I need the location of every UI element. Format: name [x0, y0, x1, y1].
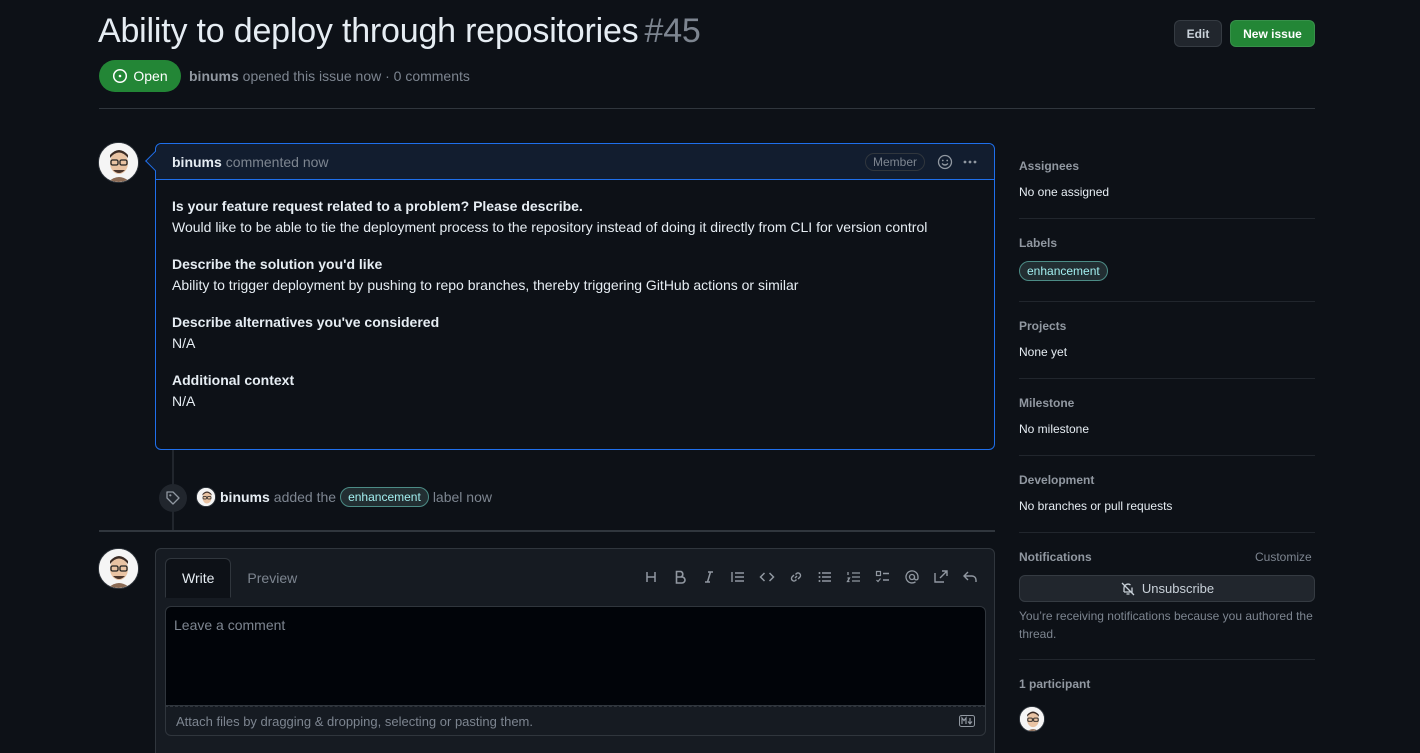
kebab-menu-icon[interactable] — [962, 154, 978, 170]
status-text: Open — [133, 68, 168, 84]
section-text: Ability to trigger deployment by pushing… — [172, 277, 799, 293]
comment-header: binums commented now Member — [156, 144, 994, 180]
member-badge: Member — [864, 152, 925, 171]
section-text: N/A — [172, 393, 196, 409]
issue-open-icon — [113, 68, 128, 84]
comment-card: binums commented now Member Is your feat… — [145, 143, 995, 450]
event-label[interactable]: enhancement — [340, 487, 429, 507]
divider — [1019, 532, 1315, 533]
unsubscribe-label: Unsubscribe — [1141, 581, 1215, 596]
issue-number: #45 — [644, 12, 701, 50]
sidebar-labels-list: enhancement — [1019, 261, 1315, 281]
heading-icon[interactable] — [641, 567, 661, 587]
divider — [1019, 659, 1315, 660]
bulleted-list-icon[interactable] — [815, 567, 835, 587]
comment-section: Describe the solution you'd like Ability … — [172, 254, 978, 296]
sidebar-labels-heading[interactable]: Labels — [1019, 236, 1315, 250]
numbered-list-icon[interactable] — [844, 567, 864, 587]
event-post-text: label now — [432, 489, 492, 505]
divider — [99, 530, 995, 532]
sidebar-participants-heading: 1 participant — [1019, 677, 1091, 691]
avatar-image-icon — [197, 488, 215, 506]
issue-meta-text: opened this issue now · 0 comments — [242, 68, 470, 84]
section-heading: Additional context — [172, 372, 295, 388]
attach-files-area[interactable]: Attach files by dragging & dropping, sel… — [165, 706, 986, 736]
divider — [1019, 455, 1315, 456]
markdown-icon[interactable] — [959, 715, 975, 727]
divider — [1019, 378, 1315, 379]
avatar-image-icon — [1020, 707, 1044, 731]
saved-reply-icon[interactable] — [960, 567, 980, 587]
divider — [99, 108, 1315, 109]
label-event: binums added the enhancement label now — [196, 487, 492, 507]
section-text: Would like to be able to tie the deploym… — [172, 219, 928, 235]
edit-button[interactable]: Edit — [1174, 20, 1222, 47]
avatar[interactable] — [98, 548, 139, 589]
tab-write[interactable]: Write — [165, 558, 232, 598]
customize-link[interactable]: Customize — [1255, 550, 1312, 564]
sidebar-development-value: No branches or pull requests — [1019, 499, 1173, 513]
event-avatar[interactable] — [196, 487, 216, 507]
issue-meta: binums opened this issue now · 0 comment… — [189, 68, 470, 84]
tab-preview[interactable]: Preview — [231, 558, 313, 598]
comment-time[interactable]: commented now — [226, 154, 329, 170]
sidebar-milestone-value: No milestone — [1019, 422, 1090, 436]
comment-author[interactable]: binums — [172, 154, 222, 170]
smiley-icon[interactable] — [937, 154, 953, 170]
editor-tabs: Write Preview — [165, 558, 313, 598]
tag-icon — [159, 484, 187, 512]
italic-icon[interactable] — [699, 567, 719, 587]
sidebar-assignees-value: No one assigned — [1019, 185, 1110, 199]
participant-avatar[interactable] — [1019, 706, 1045, 732]
divider — [1019, 301, 1315, 302]
sidebar-projects-heading[interactable]: Projects — [1019, 319, 1315, 333]
avatar-image-icon — [99, 143, 138, 182]
quote-icon[interactable] — [728, 567, 748, 587]
section-text: N/A — [172, 335, 196, 351]
comment-textarea[interactable]: Leave a comment — [165, 606, 986, 706]
link-icon[interactable] — [786, 567, 806, 587]
notifications-note: You’re receiving notifications because y… — [1019, 609, 1313, 641]
section-heading: Describe the solution you'd like — [172, 256, 383, 272]
task-list-icon[interactable] — [873, 567, 893, 587]
sidebar-projects-value: None yet — [1019, 345, 1068, 359]
avatar[interactable] — [98, 142, 139, 183]
issue-title-text: Ability to deploy through repositories — [98, 12, 639, 50]
cross-reference-icon[interactable] — [931, 567, 951, 587]
bold-icon[interactable] — [670, 567, 690, 587]
attach-text: Attach files by dragging & dropping, sel… — [176, 713, 533, 729]
issue-title: Ability to deploy through repositories #4… — [98, 12, 701, 51]
sidebar-milestone-heading[interactable]: Milestone — [1019, 396, 1315, 410]
divider — [1019, 218, 1315, 219]
comment-editor: Write Preview Leave a comment Attach fil… — [155, 548, 995, 753]
markdown-toolbar — [641, 567, 980, 587]
new-issue-button[interactable]: New issue — [1230, 20, 1315, 47]
author-link[interactable]: binums — [189, 68, 239, 84]
code-icon[interactable] — [757, 567, 777, 587]
status-badge: Open — [99, 60, 181, 92]
unsubscribe-button[interactable]: Unsubscribe — [1019, 575, 1315, 602]
sidebar-assignees-heading[interactable]: Assignees — [1019, 159, 1315, 173]
avatar-image-icon — [99, 549, 138, 588]
mention-icon[interactable] — [902, 567, 922, 587]
sidebar-development-heading[interactable]: Development — [1019, 473, 1315, 487]
event-pre-text: added the — [273, 489, 337, 505]
sidebar-label-enhancement[interactable]: enhancement — [1019, 261, 1108, 281]
section-heading: Describe alternatives you've considered — [172, 314, 440, 330]
bell-slash-icon — [1121, 582, 1135, 595]
comment-section: Describe alternatives you've considered N… — [172, 312, 978, 354]
event-actor[interactable]: binums — [220, 489, 270, 505]
comment-section: Additional context N/A — [172, 370, 978, 412]
comment-section: Is your feature request related to a pro… — [172, 196, 978, 238]
section-heading: Is your feature request related to a pro… — [172, 198, 583, 214]
comment-body: Is your feature request related to a pro… — [156, 180, 994, 444]
